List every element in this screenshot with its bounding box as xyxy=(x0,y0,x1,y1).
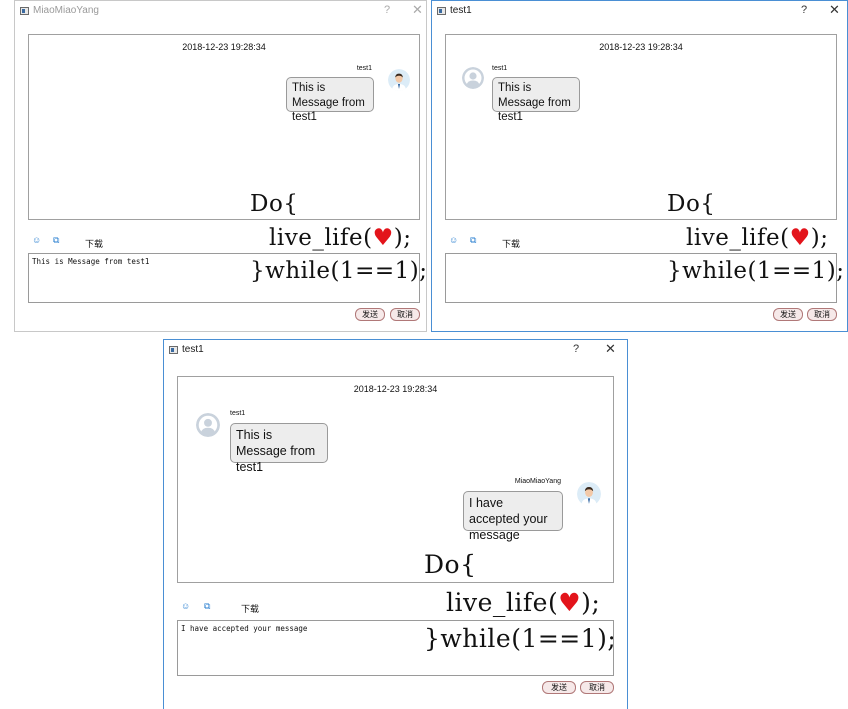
emoji-face-icon[interactable]: ☺ xyxy=(32,235,41,245)
message-bubble: This is Message from test1 xyxy=(286,77,374,123)
heart-icon: ♥ xyxy=(372,225,394,251)
message-history[interactable]: 2018-12-23 19:28:34 test1 This is Messag… xyxy=(445,34,837,220)
message-timestamp: 2018-12-23 19:28:34 xyxy=(599,42,683,52)
title-bar[interactable]: test1 ? ✕ xyxy=(164,340,627,362)
help-button[interactable]: ? xyxy=(801,4,807,16)
download-link[interactable]: 下载 xyxy=(85,237,103,250)
decoration-line-2: live_life(♥); xyxy=(269,225,412,251)
user-avatar-icon xyxy=(388,69,410,91)
message-bubble: I have accepted your message xyxy=(463,491,563,542)
window-icon xyxy=(169,346,178,354)
decoration-line-1: Do{ xyxy=(250,191,299,217)
help-button[interactable]: ? xyxy=(573,343,579,355)
title-bar[interactable]: test1 ? ✕ xyxy=(432,1,847,23)
title-bar[interactable]: MiaoMiaoYang ? ✕ xyxy=(15,1,426,23)
chat-window-test1-top: test1 ? ✕ 2018-12-23 19:28:34 test1 This… xyxy=(431,0,848,332)
sender-name: MiaoMiaoYang xyxy=(514,478,561,485)
sender-name: test1 xyxy=(230,410,246,417)
close-button[interactable]: ✕ xyxy=(829,2,840,18)
message-input[interactable]: I have accepted your message xyxy=(177,620,614,676)
emoji-face-icon[interactable]: ☺ xyxy=(449,235,458,245)
download-link[interactable]: 下载 xyxy=(241,602,259,615)
decoration-line-2: live_life(♥); xyxy=(686,225,829,251)
cancel-button[interactable]: 取消 xyxy=(390,308,420,321)
window-title: test1 xyxy=(450,5,472,16)
download-link[interactable]: 下载 xyxy=(502,237,520,250)
decoration-line-1: Do{ xyxy=(424,550,477,579)
close-button[interactable]: ✕ xyxy=(412,2,423,18)
cancel-button[interactable]: 取消 xyxy=(580,681,614,694)
user-avatar-icon xyxy=(577,482,601,506)
message-history[interactable]: 2018-12-23 19:28:34 test1 This is Messag… xyxy=(28,34,420,220)
message-timestamp: 2018-12-23 19:28:34 xyxy=(353,384,438,394)
window-title: test1 xyxy=(182,344,204,355)
heart-icon: ♥ xyxy=(789,225,811,251)
decoration-line-1: Do{ xyxy=(667,191,716,217)
send-button[interactable]: 发送 xyxy=(355,308,385,321)
window-title: MiaoMiaoYang xyxy=(33,5,99,16)
chat-window-miaomiaoyang: MiaoMiaoYang ? ✕ 2018-12-23 19:28:34 tes… xyxy=(14,0,427,332)
message-history[interactable]: 2018-12-23 19:28:34 test1 This is Messag… xyxy=(177,376,614,583)
heart-icon: ♥ xyxy=(558,588,582,617)
close-button[interactable]: ✕ xyxy=(605,341,616,357)
message-timestamp: 2018-12-23 19:28:34 xyxy=(182,42,266,52)
decoration-line-2: live_life(♥); xyxy=(446,588,601,617)
send-button[interactable]: 发送 xyxy=(773,308,803,321)
window-icon xyxy=(437,7,446,15)
message-input[interactable] xyxy=(445,253,837,303)
screenshot-icon[interactable]: ⧉ xyxy=(53,235,59,246)
sender-name: test1 xyxy=(356,65,372,72)
message-bubble: This is Message from test1 xyxy=(230,423,328,474)
screenshot-icon[interactable]: ⧉ xyxy=(470,235,476,246)
window-icon xyxy=(20,7,29,15)
sender-name: test1 xyxy=(492,65,508,72)
message-input[interactable]: This is Message from test1 xyxy=(28,253,420,303)
user-avatar-icon xyxy=(462,67,484,89)
screenshot-icon[interactable]: ⧉ xyxy=(204,601,210,612)
emoji-face-icon[interactable]: ☺ xyxy=(181,601,190,611)
help-button[interactable]: ? xyxy=(384,4,390,16)
send-button[interactable]: 发送 xyxy=(542,681,576,694)
message-bubble: This is Message from test1 xyxy=(492,77,580,123)
chat-window-test1-bottom: test1 ? ✕ 2018-12-23 19:28:34 test1 This… xyxy=(163,339,628,709)
user-avatar-icon xyxy=(196,413,220,437)
cancel-button[interactable]: 取消 xyxy=(807,308,837,321)
